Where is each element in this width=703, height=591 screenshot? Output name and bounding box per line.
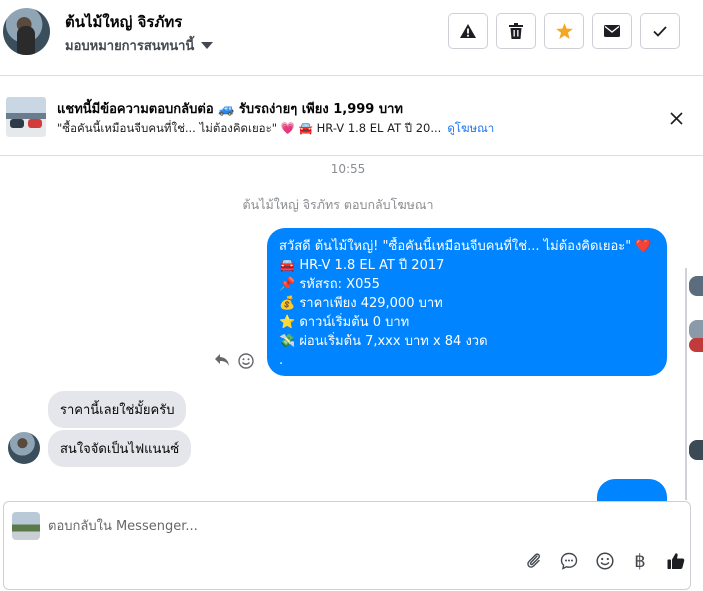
- edge-avatar: [689, 440, 703, 460]
- message-line: 🚘 HR-V 1.8 EL AT ปี 2017: [279, 258, 445, 273]
- ad-reply-notice: ต้นไม้ใหญ่ จิรภัทร ตอบกลับโฆษณา: [242, 197, 434, 212]
- close-icon: [669, 111, 683, 125]
- message-timestamp: 10:55: [330, 162, 366, 176]
- payment-button[interactable]: ฿: [628, 549, 652, 573]
- contact-avatar: [8, 432, 40, 464]
- star-icon: [555, 23, 573, 39]
- attach-file-button[interactable]: [522, 549, 546, 573]
- check-icon: [653, 25, 667, 37]
- ad-snippet: "ซื้อคันนี้เหมือนจีบคนที่ใช่... ไม่ต้องค…: [57, 121, 442, 135]
- incoming-message-bubble[interactable]: ราคานี้เลยใช่มั้ยครับ: [48, 391, 187, 428]
- assign-label: มอบหมายการสนทนานี้: [65, 39, 195, 54]
- avatar[interactable]: [3, 8, 50, 55]
- mark-unread-button[interactable]: [592, 13, 632, 49]
- trash-icon: [509, 23, 523, 39]
- assign-conversation-dropdown[interactable]: มอบหมายการสนทนานี้: [65, 35, 214, 56]
- chat-bubble-icon: [560, 552, 578, 570]
- reply-input[interactable]: [48, 512, 648, 540]
- paperclip-icon: [527, 553, 540, 568]
- smiley-icon[interactable]: [238, 353, 254, 369]
- page-avatar: [12, 512, 40, 540]
- edge-avatar: [689, 276, 703, 296]
- ad-referral-banner: แชทนี้มีข้อความตอบกลับต่อ 🚙 รับรถง่ายๆ เ…: [0, 77, 703, 156]
- conversation-header: ต้นไม้ใหญ่ จิรภัทร มอบหมายการสนทนานี้: [0, 0, 703, 76]
- emoji-button[interactable]: [593, 549, 617, 573]
- view-ad-link[interactable]: ดูโฆษณา: [447, 121, 494, 135]
- reply-composer: ฿: [3, 501, 691, 590]
- ad-snippet-row: "ซื้อคันนี้เหมือนจีบคนที่ใช่... ไม่ต้องค…: [57, 120, 494, 138]
- message-line: ⭐ ดาวน์เริ่มต้น 0 บาท: [279, 315, 410, 330]
- reply-icon[interactable]: [214, 353, 230, 367]
- message-line: สวัสดี ต้นไม้ใหญ่! "ซื้อคันนี้เหมือนจีบค…: [279, 239, 652, 254]
- message-line: 💰 ราคาเพียง 429,000 บาท: [279, 296, 443, 311]
- incoming-message-bubble[interactable]: สนใจจัดเป็นไฟแนนซ์: [48, 430, 192, 467]
- delete-button[interactable]: [496, 13, 536, 49]
- thumbs-up-icon: [667, 553, 685, 569]
- saved-replies-button[interactable]: [557, 549, 581, 573]
- ad-thumbnail[interactable]: [6, 97, 46, 137]
- caret-down-icon: [201, 42, 214, 49]
- message-line: 📌 รหัสรถ: X055: [279, 277, 380, 292]
- message-actions: [214, 353, 254, 369]
- warning-icon: [460, 24, 476, 38]
- envelope-icon: [604, 25, 620, 37]
- side-panel-edge: [685, 268, 703, 500]
- report-spam-button[interactable]: [448, 13, 488, 49]
- edge-avatar: [689, 338, 703, 352]
- message-line: .: [279, 353, 284, 368]
- edge-avatar: [689, 320, 703, 340]
- contact-name[interactable]: ต้นไม้ใหญ่ จิรภัทร: [65, 10, 182, 34]
- mark-done-button[interactable]: [640, 13, 680, 49]
- message-line: 💸 ผ่อนเริ่มต้น 7,xxx บาท x 84 งวด: [279, 334, 488, 349]
- baht-icon: ฿: [634, 550, 646, 572]
- like-button[interactable]: [664, 549, 688, 573]
- smiley-icon: [596, 552, 614, 570]
- ad-title: แชทนี้มีข้อความตอบกลับต่อ 🚙 รับรถง่ายๆ เ…: [57, 102, 403, 117]
- close-banner-button[interactable]: [664, 106, 688, 130]
- outgoing-message-bubble[interactable]: สวัสดี ต้นไม้ใหญ่! "ซื้อคันนี้เหมือนจีบค…: [267, 228, 667, 376]
- star-button[interactable]: [544, 13, 584, 49]
